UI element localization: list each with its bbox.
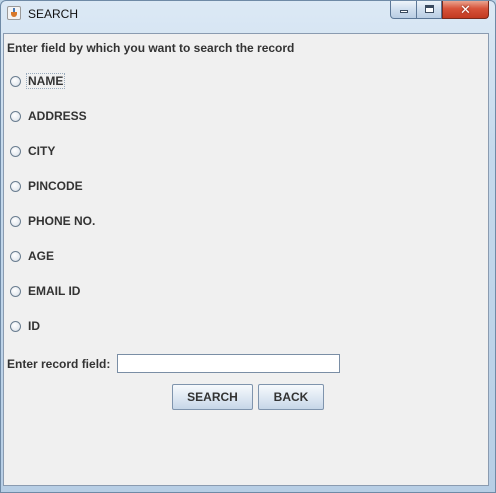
maximize-icon — [425, 5, 434, 13]
window-title: SEARCH — [28, 7, 79, 21]
radio-button-icon[interactable] — [10, 110, 21, 122]
search-prompt: Enter field by which you want to search … — [7, 41, 295, 55]
radio-label: AGE — [28, 249, 55, 263]
radio-label: EMAIL ID — [28, 284, 81, 298]
radio-button-icon[interactable] — [10, 145, 21, 157]
radio-phone[interactable]: PHONE NO. — [10, 213, 96, 229]
java-coffee-cup-icon[interactable] — [7, 6, 21, 20]
form-panel: Enter field by which you want to search … — [3, 33, 489, 486]
back-button[interactable]: BACK — [258, 384, 324, 410]
close-button[interactable]: ✕ — [442, 1, 489, 19]
radio-label: PINCODE — [28, 179, 83, 193]
record-field-input[interactable] — [117, 354, 340, 373]
radio-label: ADDRESS — [28, 109, 87, 123]
radio-email[interactable]: EMAIL ID — [10, 283, 81, 299]
radio-button-icon[interactable] — [10, 180, 21, 192]
maximize-button[interactable] — [416, 1, 442, 19]
minimize-icon — [400, 10, 408, 13]
minimize-button[interactable] — [390, 1, 417, 19]
radio-city[interactable]: CITY — [10, 143, 56, 159]
radio-button-icon[interactable] — [10, 320, 21, 332]
radio-label: CITY — [28, 144, 56, 158]
radio-pincode[interactable]: PINCODE — [10, 178, 84, 194]
radio-name[interactable]: NAME — [10, 73, 66, 89]
radio-label: PHONE NO. — [28, 214, 96, 228]
radio-button-icon[interactable] — [10, 250, 21, 262]
radio-label: ID — [28, 319, 40, 333]
close-icon: ✕ — [460, 2, 471, 17]
radio-label: NAME — [25, 73, 66, 89]
radio-age[interactable]: AGE — [10, 248, 55, 264]
radio-button-icon[interactable] — [10, 285, 21, 297]
record-field-label: Enter record field: — [7, 357, 111, 371]
radio-id[interactable]: ID — [10, 318, 41, 334]
title-bar[interactable]: SEARCH ✕ — [1, 1, 495, 27]
search-window: SEARCH ✕ Enter field by which you want t… — [0, 0, 496, 493]
radio-button-icon[interactable] — [10, 215, 21, 227]
search-button[interactable]: SEARCH — [172, 384, 253, 410]
radio-button-icon[interactable] — [10, 75, 21, 87]
radio-address[interactable]: ADDRESS — [10, 108, 88, 124]
